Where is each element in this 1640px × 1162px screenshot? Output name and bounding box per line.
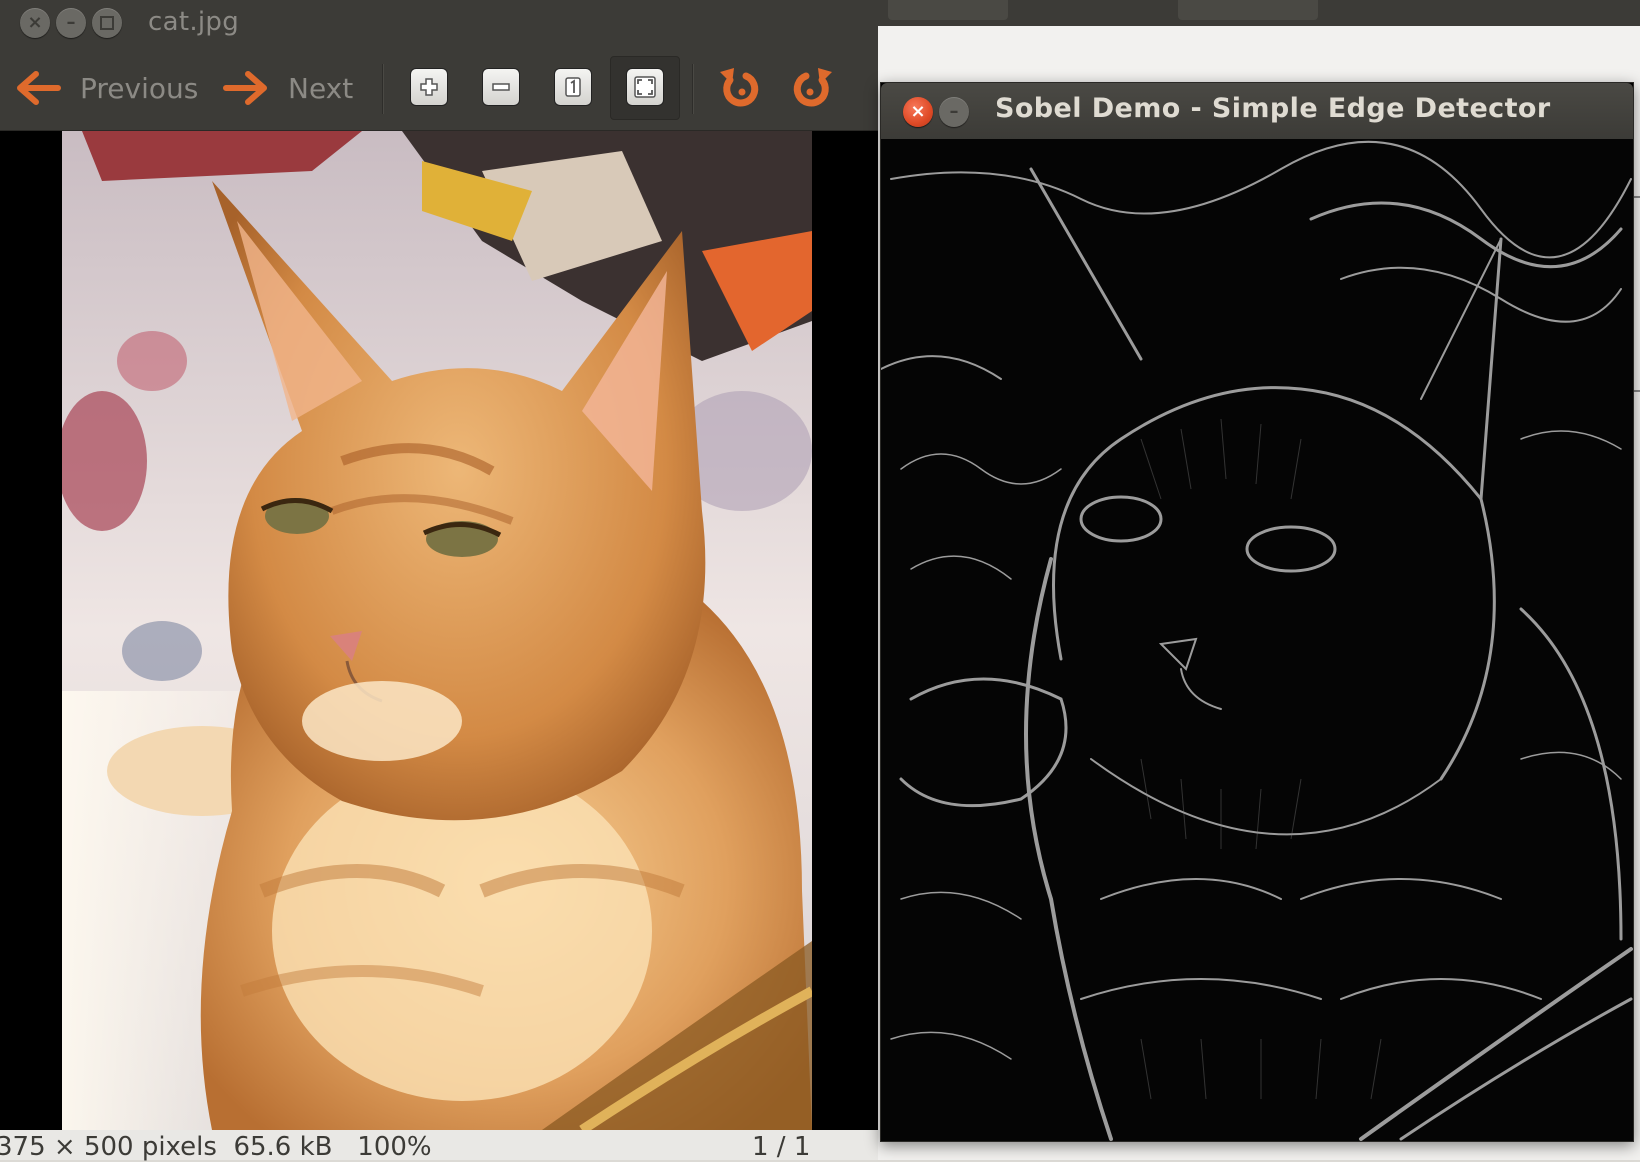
- image-info: 375 × 500 pixels 65.6 kB 100%: [0, 1132, 432, 1162]
- background-window-marker: [1634, 390, 1640, 392]
- window-title: cat.jpg: [148, 7, 240, 37]
- close-icon: ×: [27, 12, 43, 33]
- previous-label: Previous: [80, 71, 199, 105]
- minimize-button[interactable]: –: [56, 8, 86, 38]
- arrow-right-icon: [223, 71, 267, 105]
- zoom-in-button[interactable]: [410, 68, 448, 106]
- zoom-fit-icon: [634, 76, 656, 98]
- zoom-original-icon: [565, 77, 581, 97]
- arrow-left-icon: [17, 71, 61, 105]
- sobel-titlebar: × – Sobel Demo - Simple Edge Detector: [881, 83, 1633, 139]
- next-button[interactable]: Next: [222, 66, 353, 110]
- viewer-toolbar: Previous Next: [0, 46, 878, 131]
- image-display-area[interactable]: [0, 131, 878, 1130]
- rotate-left-icon[interactable]: [716, 64, 764, 112]
- image-viewer-window: × – cat.jpg Previous Next 375 × 500 pixe…: [0, 0, 878, 1162]
- background-tab[interactable]: [1178, 0, 1318, 20]
- minimize-button[interactable]: –: [939, 97, 969, 127]
- best-fit-button[interactable]: [626, 68, 664, 106]
- next-label: Next: [288, 71, 354, 105]
- maximize-button[interactable]: [92, 8, 122, 38]
- zoom-out-button[interactable]: [482, 68, 520, 106]
- previous-button[interactable]: Previous: [14, 66, 198, 110]
- close-icon: ×: [910, 101, 926, 122]
- rotate-right-icon[interactable]: [788, 64, 836, 112]
- background-window-tabbar: [878, 0, 1640, 26]
- zoom-normal-button[interactable]: [554, 68, 592, 106]
- close-button[interactable]: ×: [20, 8, 50, 38]
- background-tab[interactable]: [888, 0, 1008, 20]
- minimize-icon: –: [66, 12, 76, 33]
- zoom-in-icon: [420, 78, 438, 96]
- viewer-titlebar: × – cat.jpg: [0, 0, 878, 46]
- window-title: Sobel Demo - Simple Edge Detector: [995, 93, 1551, 124]
- background-window-marker: [1634, 196, 1640, 198]
- minimize-icon: –: [949, 101, 959, 122]
- cat-photo: [62, 131, 812, 1130]
- maximize-icon: [100, 16, 114, 30]
- viewer-statusbar: 375 × 500 pixels 65.6 kB 100% 1 / 1: [0, 1130, 878, 1162]
- close-button[interactable]: ×: [903, 97, 933, 127]
- toolbar-separator: [692, 64, 693, 114]
- toolbar-separator: [382, 64, 383, 114]
- page-indicator: 1 / 1: [752, 1132, 811, 1162]
- zoom-out-icon: [492, 83, 510, 91]
- sobel-demo-window: × – Sobel Demo - Simple Edge Detector: [880, 82, 1634, 1142]
- edge-detected-image: [881, 139, 1633, 1141]
